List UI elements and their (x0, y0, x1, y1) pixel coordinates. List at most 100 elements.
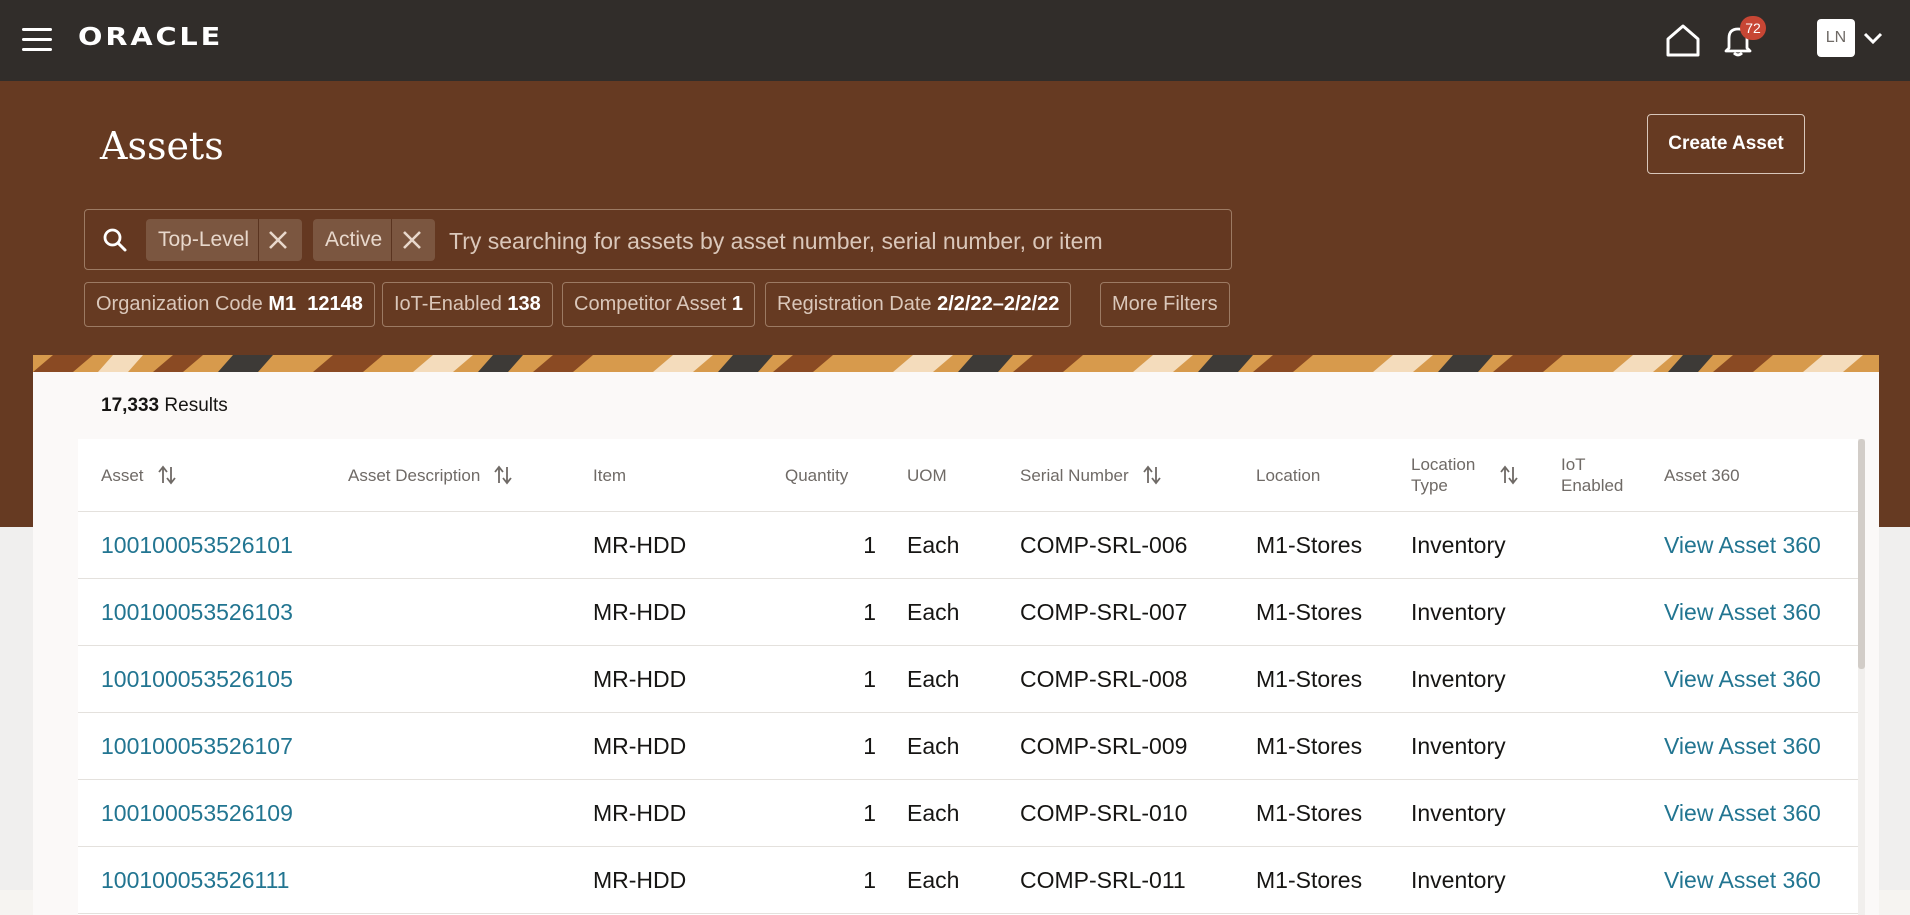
scrollbar-thumb[interactable] (1858, 439, 1865, 669)
location-type-cell: Inventory (1411, 599, 1506, 625)
view-asset-360-link[interactable]: View Asset 360 (1664, 713, 1821, 779)
column-header-uom: UOM (907, 465, 947, 485)
table-row[interactable]: 100100053526103 MR-HDD 1 Each COMP-SRL-007 M1… (78, 579, 1865, 646)
item-cell: MR-HDD (593, 532, 687, 558)
table-row[interactable]: 100100053526101 MR-HDD 1 Each COMP-SRL-006 M1… (78, 512, 1865, 579)
quantity-cell: 1 (863, 867, 876, 893)
table-row[interactable]: 100100053526111 MR-HDD 1 Each COMP-SRL-011 M1… (78, 847, 1865, 914)
filter-label: More Filters (1112, 293, 1218, 315)
search-input[interactable] (447, 220, 1211, 262)
item-cell: MR-HDD (593, 800, 687, 826)
view-asset-360-link[interactable]: View Asset 360 (1664, 512, 1821, 578)
view-asset-360-link[interactable]: View Asset 360 (1664, 646, 1821, 712)
column-header-iot-enabled: IoT Enabled (1561, 455, 1624, 495)
quantity-cell: 1 (863, 733, 876, 759)
view-asset-360-link[interactable]: View Asset 360 (1664, 579, 1821, 645)
location-type-cell: Inventory (1411, 532, 1506, 558)
filter-registration-date[interactable]: Registration Date 2/2/22–2/2/22 (765, 282, 1072, 327)
results-card: 17,333 Results Asset Asset Description I… (33, 355, 1879, 915)
location-type-cell: Inventory (1411, 666, 1506, 692)
uom-cell: Each (907, 867, 960, 893)
create-asset-button[interactable]: Create Asset (1647, 114, 1805, 174)
quantity-cell: 1 (863, 532, 876, 558)
uom-cell: Each (907, 733, 960, 759)
column-header-quantity: Quantity (785, 465, 849, 485)
table-row[interactable]: 100100053526107 MR-HDD 1 Each COMP-SRL-009 M1… (78, 713, 1865, 780)
column-header-item: Item (593, 465, 627, 485)
close-icon[interactable] (267, 229, 289, 251)
search-chip-label: Active (325, 228, 383, 251)
search-chip-top-level: Top-Level (146, 219, 302, 261)
view-asset-360-link[interactable]: View Asset 360 (1664, 847, 1821, 913)
results-number: 17,333 (101, 395, 160, 416)
asset-number-link[interactable]: 100100053526101 (101, 512, 293, 578)
filter-value: 2/2/22–2/2/22 (937, 293, 1060, 315)
assets-table: Asset Asset Description Item Quantity UO… (78, 439, 1865, 915)
location-cell: M1-Stores (1256, 800, 1363, 826)
filter-label: Competitor Asset (574, 293, 727, 315)
chevron-down-icon[interactable] (1862, 30, 1884, 46)
sort-icon[interactable] (157, 465, 176, 485)
column-header-location: Location (1256, 465, 1321, 485)
filter-value: 138 (507, 293, 541, 315)
sort-icon[interactable] (1500, 465, 1518, 485)
filter-value: M1 12148 (268, 293, 363, 315)
close-icon[interactable] (401, 229, 423, 251)
table-row[interactable]: 100100053526105 MR-HDD 1 Each COMP-SRL-008 M1… (78, 646, 1865, 713)
home-icon[interactable] (1664, 22, 1702, 58)
uom-cell: Each (907, 666, 960, 692)
asset-number-link[interactable]: 100100053526103 (101, 579, 293, 645)
notification-badge: 72 (1740, 16, 1766, 40)
oracle-logo[interactable]: ORACLE (78, 22, 223, 51)
filter-iot-enabled[interactable]: IoT-Enabled 138 (382, 282, 553, 327)
asset-number-link[interactable]: 100100053526111 (101, 847, 289, 913)
sort-icon[interactable] (494, 465, 512, 485)
filter-organization-code[interactable]: Organization Code M1 12148 (84, 282, 375, 327)
location-cell: M1-Stores (1256, 867, 1363, 893)
column-header-serial-number[interactable]: Serial Number (1020, 439, 1161, 511)
quantity-cell: 1 (863, 800, 876, 826)
column-header-label: Serial Number (1020, 465, 1129, 485)
results-count: 17,333 Results (101, 395, 228, 417)
table-row[interactable]: 100100053526109 MR-HDD 1 Each COMP-SRL-010 M1… (78, 780, 1865, 847)
top-bar: ORACLE 72 LN (0, 0, 1910, 81)
location-cell: M1-Stores (1256, 599, 1363, 625)
asset-number-link[interactable]: 100100053526109 (101, 780, 293, 846)
quantity-cell: 1 (863, 599, 876, 625)
uom-cell: Each (907, 599, 960, 625)
uom-cell: Each (907, 532, 960, 558)
location-cell: M1-Stores (1256, 532, 1363, 558)
filter-competitor-asset[interactable]: Competitor Asset 1 (562, 282, 755, 327)
filter-label: Organization Code (96, 293, 263, 315)
column-header-asset-description[interactable]: Asset Description (348, 439, 512, 511)
more-filters-button[interactable]: More Filters (1100, 282, 1230, 327)
view-asset-360-link[interactable]: View Asset 360 (1664, 780, 1821, 846)
column-header-label: Asset (101, 465, 144, 485)
search-chip-label: Top-Level (158, 228, 250, 251)
item-cell: MR-HDD (593, 867, 687, 893)
location-cell: M1-Stores (1256, 666, 1363, 692)
item-cell: MR-HDD (593, 733, 687, 759)
search-bar[interactable]: Top-Level Active (84, 209, 1232, 270)
filter-label: Registration Date (777, 293, 932, 315)
serial-number-cell: COMP-SRL-011 (1020, 867, 1186, 893)
search-chip-active: Active (313, 219, 435, 261)
hamburger-icon[interactable] (22, 28, 52, 52)
serial-number-cell: COMP-SRL-007 (1020, 599, 1188, 625)
serial-number-cell: COMP-SRL-008 (1020, 666, 1188, 692)
column-header-label: Asset Description (348, 465, 481, 485)
column-header-location-type[interactable]: Location Type (1411, 439, 1518, 511)
asset-number-link[interactable]: 100100053526107 (101, 713, 293, 779)
location-cell: M1-Stores (1256, 733, 1363, 759)
item-cell: MR-HDD (593, 599, 687, 625)
sort-icon[interactable] (1142, 465, 1161, 485)
serial-number-cell: COMP-SRL-006 (1020, 532, 1188, 558)
column-header-label: Location Type (1411, 455, 1476, 495)
filter-label: IoT-Enabled (394, 293, 502, 315)
uom-cell: Each (907, 800, 960, 826)
column-header-asset-360: Asset 360 (1664, 465, 1740, 485)
column-header-asset[interactable]: Asset (101, 439, 176, 511)
location-type-cell: Inventory (1411, 800, 1506, 826)
avatar[interactable]: LN (1817, 19, 1855, 57)
asset-number-link[interactable]: 100100053526105 (101, 646, 293, 712)
